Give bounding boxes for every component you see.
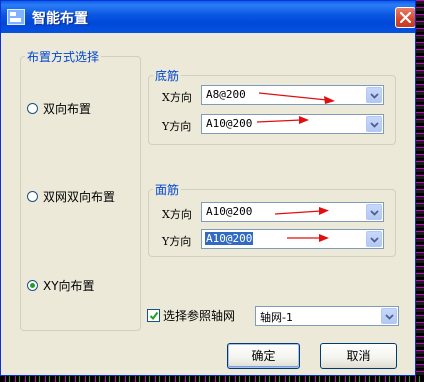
cancel-button[interactable]: 取消 xyxy=(320,343,397,369)
background-edge xyxy=(416,0,424,382)
dropdown-button[interactable] xyxy=(366,231,382,247)
radio-xy[interactable]: XY向布置 xyxy=(27,277,95,293)
dialog-title: 智能布置 xyxy=(32,11,88,27)
top-x-label: X方向 xyxy=(162,208,192,221)
bottom-x-label: X方向 xyxy=(162,91,192,104)
dropdown-button[interactable] xyxy=(366,87,382,103)
annotation-arrow xyxy=(256,116,309,124)
background-edge xyxy=(0,376,424,382)
radio-button-checked[interactable] xyxy=(27,279,38,291)
chevron-down-icon xyxy=(370,93,379,99)
title-bar[interactable]: 智能布置 xyxy=(1,1,415,33)
radio-label: 双向布置 xyxy=(43,101,92,116)
ok-button[interactable]: 确定 xyxy=(227,343,300,369)
combo-value: A10@200 xyxy=(206,117,253,130)
combo-value: A8@200 xyxy=(206,88,246,101)
chevron-down-icon xyxy=(385,314,394,320)
axis-ref-label[interactable]: 选择参照轴网 xyxy=(163,307,235,324)
combo-value: A10@200 xyxy=(206,205,253,218)
close-icon xyxy=(400,12,411,23)
checkmark-icon xyxy=(149,311,159,321)
bottom-y-label: Y方向 xyxy=(162,120,192,133)
top-y-label: Y方向 xyxy=(162,235,192,248)
axis-net-combo[interactable]: 轴网-1 xyxy=(255,306,399,326)
radio-double-net-bidirectional[interactable]: 双网双向布置 xyxy=(27,188,115,204)
dropdown-button[interactable] xyxy=(366,204,382,220)
chevron-down-icon xyxy=(370,210,379,216)
radio-label: XY向布置 xyxy=(43,278,95,293)
axis-ref-checkbox[interactable] xyxy=(147,309,160,322)
combo-value: 轴网-1 xyxy=(260,311,293,324)
annotation-arrow xyxy=(274,207,329,215)
smart-layout-dialog: 智能布置 布置方式选择 双向布置 双网双向布置 XY向布置 底筋 X方向 A8@… xyxy=(0,0,416,376)
annotation-arrow xyxy=(287,234,329,242)
chevron-down-icon xyxy=(370,237,379,243)
radio-button[interactable] xyxy=(27,190,38,202)
radio-button[interactable] xyxy=(27,102,38,114)
app-icon xyxy=(7,9,25,25)
radio-label: 双网双向布置 xyxy=(43,189,116,204)
top-rebar-legend: 面筋 xyxy=(153,181,182,198)
annotation-arrow xyxy=(258,92,335,104)
chevron-down-icon xyxy=(370,122,379,128)
close-button[interactable] xyxy=(395,7,415,28)
layout-mode-legend: 布置方式选择 xyxy=(25,48,102,65)
radio-bidirectional[interactable]: 双向布置 xyxy=(27,100,91,116)
bottom-rebar-legend: 底筋 xyxy=(153,67,182,84)
combo-value-selected: A10@200 xyxy=(205,232,254,245)
dropdown-button[interactable] xyxy=(366,116,382,132)
dropdown-button[interactable] xyxy=(381,308,397,324)
